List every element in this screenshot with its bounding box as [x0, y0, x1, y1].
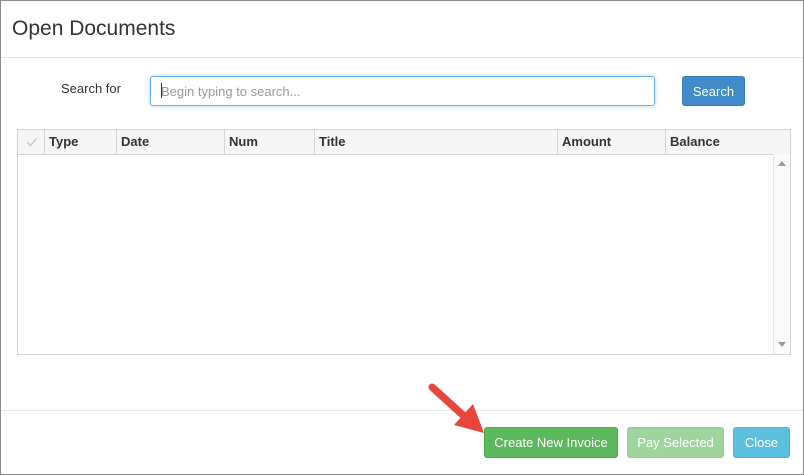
annotation-arrow-icon: [428, 383, 484, 433]
